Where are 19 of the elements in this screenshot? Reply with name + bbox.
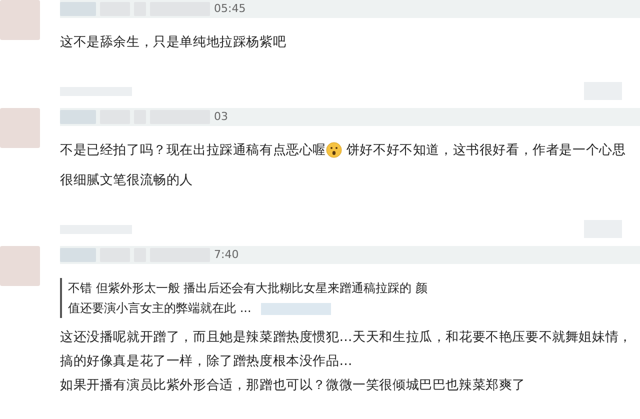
timestamp: 05:45: [214, 1, 246, 17]
comment-text: 不是已经拍了吗？现在出拉踩通稿有点恶心喔: [60, 143, 326, 158]
quote-text: 不错 但紫外形太一般 播出后还会有大批糊比女星来蹭通稿拉踩的 颜: [68, 281, 428, 295]
avatar-placeholder: [0, 0, 40, 40]
blurred-name: [60, 110, 96, 124]
avatar-placeholder: [0, 246, 40, 286]
blurred-name: [60, 2, 96, 16]
timestamp: 03: [214, 109, 228, 125]
blurred-name: [60, 248, 96, 262]
quote-text: 值还要演小言女主的弊端就在此 ...: [68, 301, 252, 315]
avatar-placeholder: [0, 108, 40, 148]
timestamp: 7:40: [214, 247, 239, 263]
comment-text: 很细腻文笔很流畅的人: [60, 173, 193, 188]
comment-text: 如果开播有演员比紫外形合适，那蹭也可以？微微一笑很倾城巴巴也辣菜郑爽了: [60, 378, 526, 393]
surprised-face-icon: [326, 142, 342, 158]
comment-text: 饼好不好不知道，这书很好看，作者是一个心思: [345, 143, 626, 158]
comment-text: 搞的好像真是花了一样，除了蹭热度根本没作品…: [60, 354, 353, 369]
comment-text: 这还没播呢就开蹭了，而且她是辣菜蹭热度惯犯…天天和生拉瓜，和花要不艳压要不就舞姐妹情，: [60, 330, 632, 345]
comment-text: 这不是舔余生，只是单纯地拉踩杨紫吧: [60, 35, 286, 50]
